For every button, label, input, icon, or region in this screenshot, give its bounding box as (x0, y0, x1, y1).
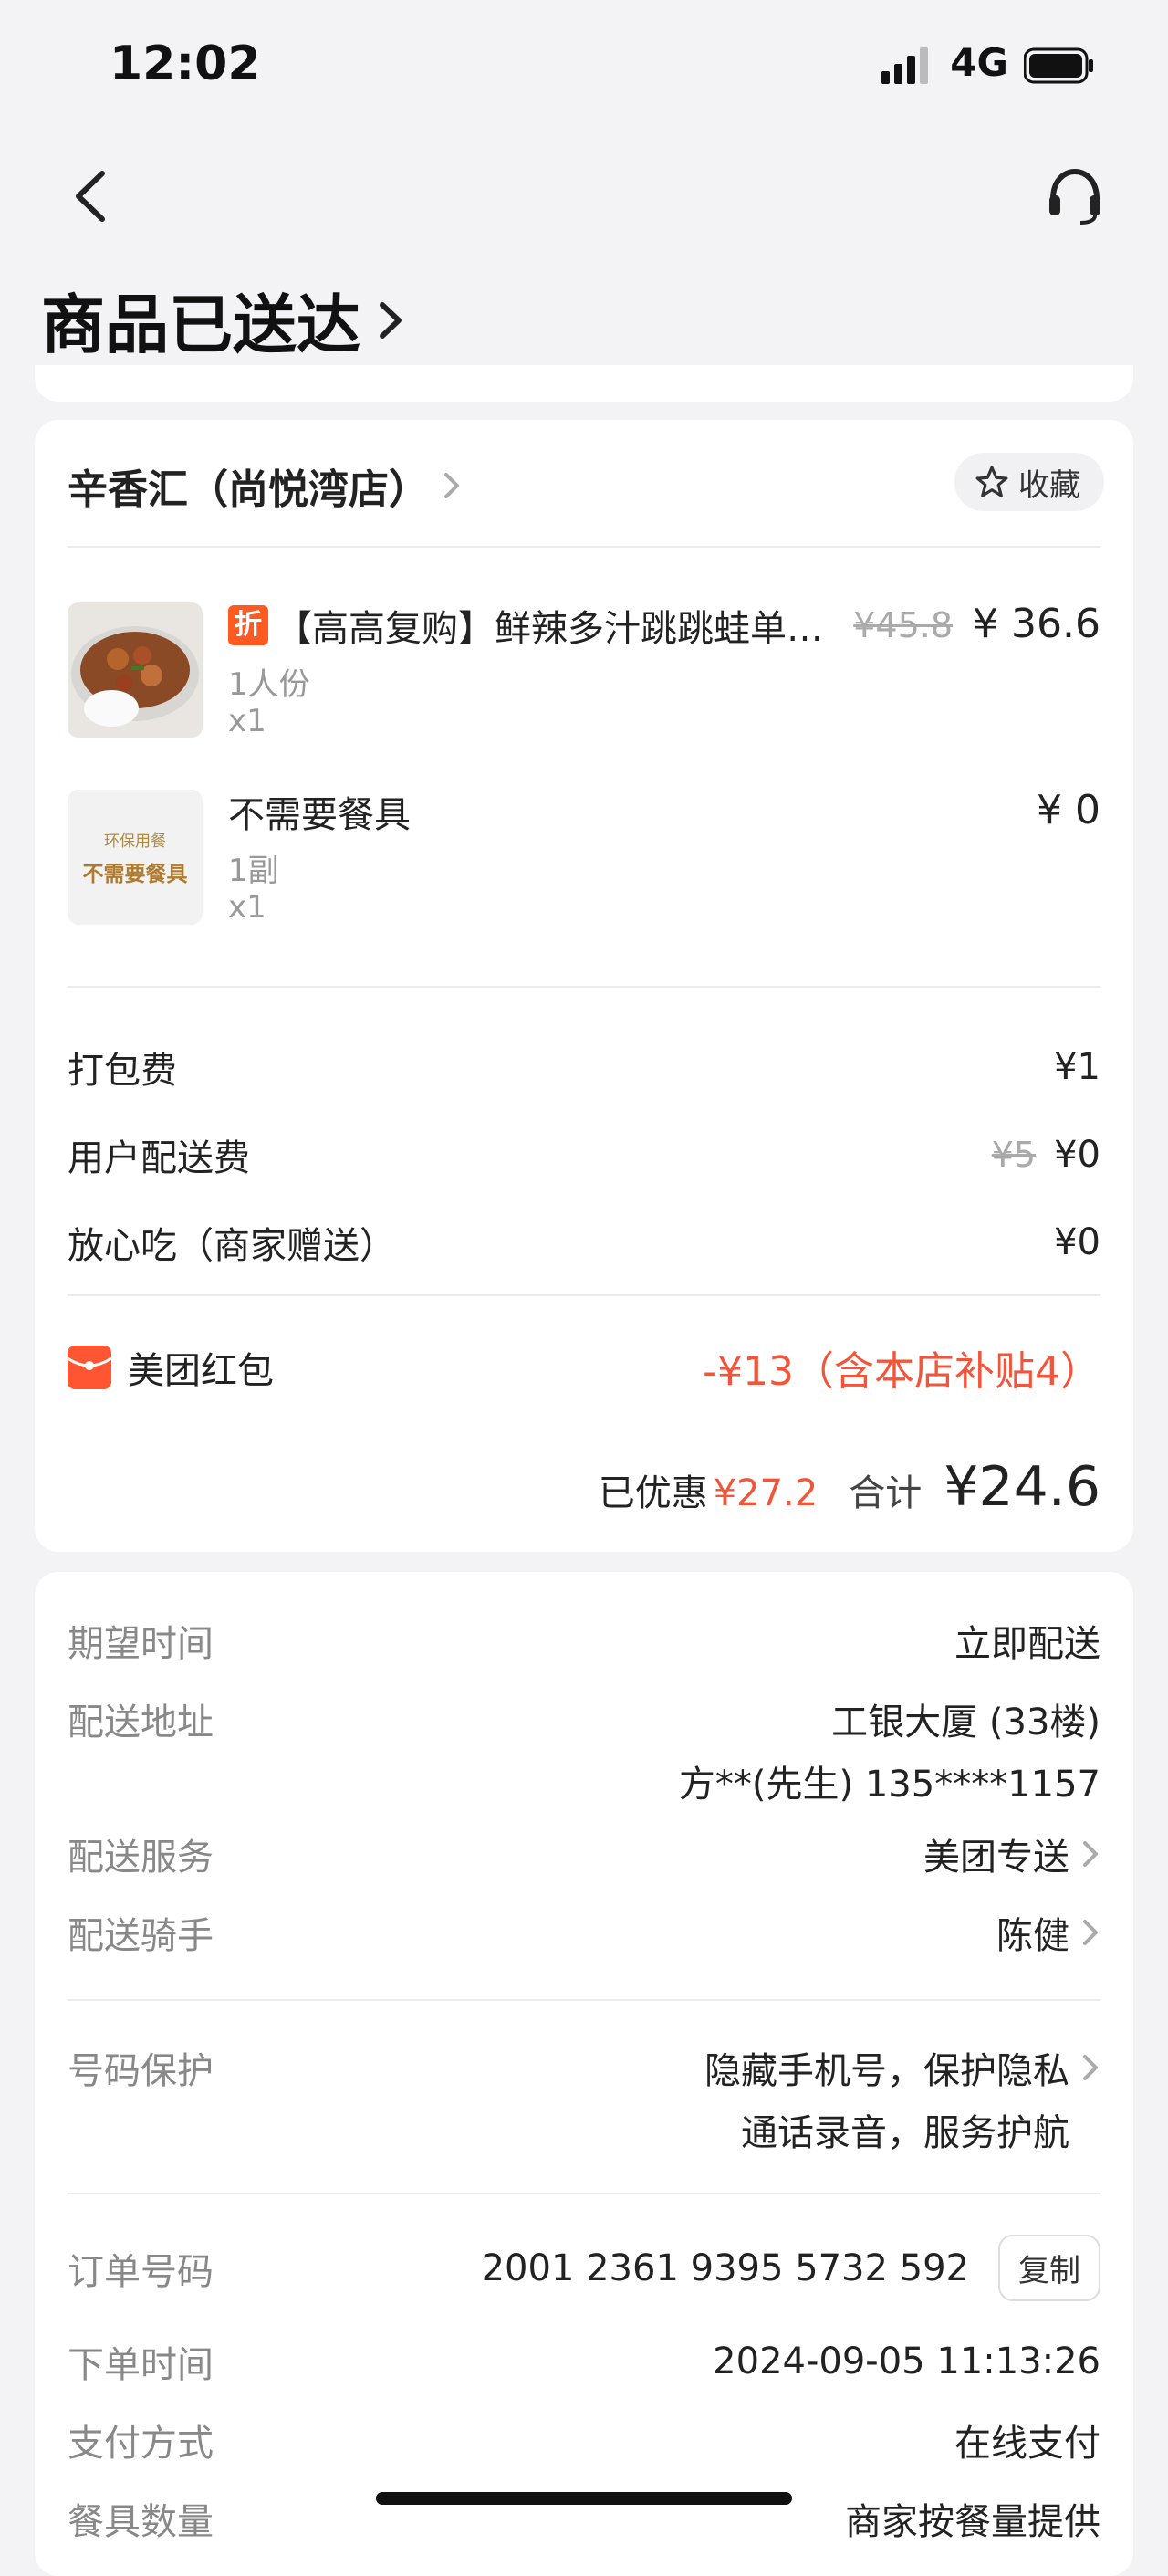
order-number-label: 订单号码 (68, 2250, 214, 2293)
red-packet-icon (68, 1346, 111, 1389)
address-line2: 方**(先生) 135****1157 (678, 1764, 1100, 1806)
red-packet-row: 美团红包 -¥13（含本店补贴4） (68, 1338, 1100, 1397)
divider (68, 986, 1100, 988)
delivery-service-label: 配送服务 (68, 1837, 214, 1879)
rider-row[interactable]: 配送骑手 陈健 (68, 1906, 1100, 1959)
shop-name-link[interactable]: 辛香汇（尚悦湾店） (68, 456, 462, 515)
delivery-fee-original: ¥5 (991, 1135, 1037, 1175)
chevron-right-icon (1083, 1841, 1098, 1867)
order-status-title[interactable]: 商品已送达 (41, 274, 404, 366)
rider-name: 陈健 (996, 1915, 1069, 1957)
safe-eat-value: ¥0 (1054, 1221, 1100, 1263)
item-current-price: ¥ 0 (1037, 787, 1100, 833)
address-label: 配送地址 (68, 1702, 214, 1744)
expected-time-row: 期望时间 立即配送 (68, 1614, 1100, 1667)
order-time-label: 下单时间 (68, 2344, 214, 2386)
battery-icon (1024, 47, 1093, 84)
privacy-line2: 通话录音，服务护航 (741, 2112, 1069, 2154)
total-value: ¥24.6 (944, 1455, 1100, 1519)
item-spec: 1副 (228, 853, 279, 889)
payment-value: 在线支付 (954, 2423, 1100, 2465)
tableware-value: 商家按餐量提供 (845, 2501, 1100, 2543)
tableware-label: 餐具数量 (68, 2501, 214, 2543)
divider (68, 1294, 1100, 1296)
discount-tag: 折 (228, 605, 268, 645)
thumbnail-caption: 环保用餐 (104, 832, 166, 851)
food-image (68, 602, 203, 738)
packing-fee-row: 打包费 ¥1 (68, 1041, 1100, 1094)
privacy-row[interactable]: 号码保护 隐藏手机号，保护隐私 通话录音，服务护航 (68, 2041, 1100, 2156)
star-icon (975, 466, 1008, 497)
delivery-fee-value: ¥0 (1054, 1134, 1100, 1176)
total-row: 已优惠 ¥27.2 合计 ¥24.6 (599, 1455, 1100, 1519)
item-spec: 1人份 (228, 666, 310, 703)
favorite-button[interactable]: 收藏 (954, 453, 1104, 511)
chevron-right-icon (380, 301, 402, 339)
order-time-row: 下单时间 2024-09-05 11:13:26 (68, 2335, 1100, 2388)
item-qty: x1 (228, 889, 266, 926)
home-indicator[interactable] (376, 2492, 792, 2505)
item-price: ¥45.8 ¥ 36.6 (853, 601, 1100, 647)
order-items-card: 辛香汇（尚悦湾店） 收藏 折 【高高复购】鲜辣多汁跳跳蛙单… ¥45.8 ¥ 3… (35, 420, 1133, 1552)
order-number-value: 2001 2361 9395 5732 592 (481, 2246, 969, 2289)
delivery-fee-label: 用户配送费 (68, 1137, 250, 1179)
signal-icon (881, 47, 928, 84)
item-name: 【高高复购】鲜辣多汁跳跳蛙单… (276, 608, 823, 650)
divider (68, 1999, 1100, 2001)
divider (68, 2193, 1100, 2194)
saved-label: 已优惠 (598, 1472, 708, 1514)
safe-eat-row: 放心吃（商家赠送） ¥0 (68, 1216, 1100, 1269)
status-time: 12:02 (110, 37, 261, 91)
order-info-card: 期望时间 立即配送 配送地址 工银大厦 (33楼) 方**(先生) 135***… (35, 1572, 1133, 2576)
rider-label: 配送骑手 (68, 1915, 214, 1957)
page-title: 商品已送达 (41, 288, 360, 362)
item-thumbnail[interactable] (68, 602, 203, 738)
address-row: 配送地址 工银大厦 (33楼) 方**(先生) 135****1157 (68, 1692, 1100, 1807)
payment-label: 支付方式 (68, 2423, 214, 2465)
packing-fee-label: 打包费 (68, 1050, 177, 1092)
order-time-value: 2024-09-05 11:13:26 (713, 2340, 1100, 2382)
divider (68, 546, 1100, 548)
item-name: 不需要餐具 (228, 794, 411, 836)
network-type: 4G (950, 40, 1008, 85)
red-packet-value: -¥13（含本店补贴4） (703, 1348, 1100, 1395)
copy-button[interactable]: 复制 (998, 2235, 1100, 2301)
chevron-right-icon (444, 473, 459, 498)
previous-card-edge (35, 365, 1133, 402)
expected-time-value: 立即配送 (954, 1623, 1100, 1665)
item-qty: x1 (228, 703, 266, 739)
delivery-service-value: 美团专送 (923, 1837, 1069, 1879)
red-packet-label: 美团红包 (128, 1350, 274, 1392)
back-arrow-icon[interactable] (64, 164, 119, 228)
chevron-right-icon (1083, 1920, 1098, 1945)
thumbnail-title: 不需要餐具 (82, 861, 188, 886)
delivery-fee-row: 用户配送费 ¥5 ¥0 (68, 1128, 1100, 1181)
privacy-line1: 隐藏手机号，保护隐私 (704, 2050, 1069, 2092)
item-original-price: ¥45.8 (853, 605, 954, 645)
shop-name: 辛香汇（尚悦湾店） (68, 466, 429, 513)
item-thumbnail[interactable]: 环保用餐 不需要餐具 (68, 790, 203, 925)
total-label: 合计 (849, 1472, 923, 1514)
item-current-price: ¥ 36.6 (973, 601, 1100, 647)
item-name-row: 折 【高高复购】鲜辣多汁跳跳蛙单… (228, 599, 823, 652)
expected-time-label: 期望时间 (68, 1623, 214, 1665)
delivery-service-row[interactable]: 配送服务 美团专送 (68, 1827, 1100, 1880)
payment-row: 支付方式 在线支付 (68, 2414, 1100, 2466)
favorite-label: 收藏 (1018, 466, 1080, 504)
packing-fee-value: ¥1 (1054, 1046, 1100, 1088)
order-number-row: 订单号码 2001 2361 9395 5732 592 复制 (68, 2235, 1100, 2301)
customer-service-headset-icon[interactable] (1046, 164, 1104, 228)
privacy-label: 号码保护 (68, 2050, 214, 2092)
safe-eat-label: 放心吃（商家赠送） (68, 1225, 396, 1267)
chevron-right-icon (1083, 2055, 1098, 2080)
saved-value: ¥27.2 (713, 1472, 819, 1514)
address-line1: 工银大厦 (33楼) (831, 1702, 1100, 1744)
